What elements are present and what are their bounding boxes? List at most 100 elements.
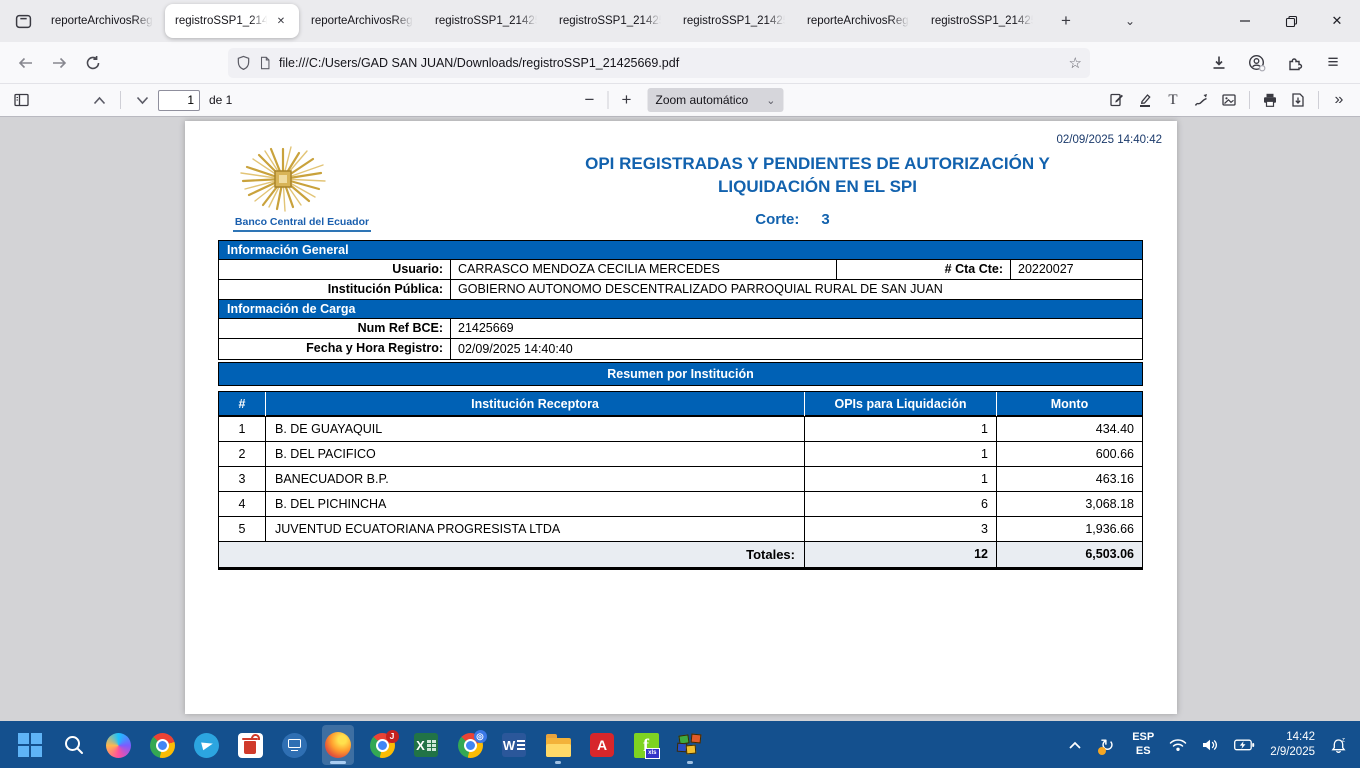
back-button[interactable] (8, 48, 42, 78)
print-button[interactable] (1257, 87, 1283, 113)
tab-label: reporteArchivosRegis (311, 15, 413, 27)
draw-tool-button[interactable] (1188, 87, 1214, 113)
menu-button[interactable]: ≡ (1316, 48, 1350, 78)
tab-list-button[interactable]: ⌄ (1116, 7, 1144, 35)
tab-label: registroSSP1_214256 (435, 15, 537, 27)
table-row: 4 B. DEL PICHINCHA 6 3,068.18 (218, 492, 1143, 517)
row-opis: 3 (804, 517, 996, 541)
report-title: OPI REGISTRADAS Y PENDIENTES DE AUTORIZA… (335, 152, 1300, 198)
table-row: 5 JUVENTUD ECUATORIANA PROGRESISTA LTDA … (218, 517, 1143, 542)
system-tray: ↻ ESP ES 14:42 2/9/2025 z (1068, 730, 1348, 760)
monitor-icon (282, 733, 307, 758)
col-num: # (219, 392, 265, 416)
cubes-app-button[interactable] (674, 725, 706, 765)
clock[interactable]: 14:42 2/9/2025 (1270, 730, 1315, 760)
firefox-button-active[interactable] (322, 725, 354, 765)
zoom-out-button[interactable]: − (577, 87, 603, 113)
volume-button[interactable] (1202, 738, 1219, 752)
extensions-button[interactable] (1278, 48, 1312, 78)
signature-tool-button[interactable] (1104, 87, 1130, 113)
windows-logo-icon (18, 733, 42, 757)
fecha-value: 02/09/2025 14:40:40 (451, 340, 1142, 359)
row-institucion: JUVENTUD ECUATORIANA PROGRESISTA LTDA (265, 517, 804, 541)
telegram-icon (194, 733, 219, 758)
toggle-sidebar-button[interactable] (8, 87, 34, 113)
zoom-in-button[interactable]: + (614, 87, 640, 113)
more-tools-button[interactable]: » (1326, 87, 1352, 113)
minimize-button[interactable] (1222, 0, 1268, 42)
f-xls-icon: fxls (634, 733, 659, 758)
report-timestamp: 02/09/2025 14:40:42 (1056, 134, 1162, 146)
info-carga-header: Información de Carga (219, 300, 1142, 319)
finance-app-button[interactable]: fxls (630, 725, 662, 765)
text-tool-button[interactable]: T (1160, 87, 1186, 113)
downloads-button[interactable] (1202, 48, 1236, 78)
reload-button[interactable] (76, 48, 110, 78)
forward-button[interactable] (42, 48, 76, 78)
firefox-view-button[interactable] (6, 4, 40, 38)
chrome-profile-j-button[interactable]: J (366, 725, 398, 765)
download-icon (1211, 55, 1227, 71)
close-window-button[interactable]: ✕ (1314, 0, 1360, 42)
recycle-app-button[interactable] (234, 725, 266, 765)
restore-button[interactable] (1268, 0, 1314, 42)
acrobat-icon: A (590, 733, 614, 757)
previous-page-button[interactable] (86, 87, 112, 113)
language-indicator[interactable]: ESP ES (1132, 731, 1154, 759)
new-tab-button[interactable]: + (1052, 7, 1080, 35)
numref-value: 21425669 (451, 319, 1142, 338)
telegram-button[interactable] (190, 725, 222, 765)
wifi-button[interactable] (1169, 738, 1187, 752)
corte-value: 3 (821, 211, 829, 228)
sync-tray-button[interactable]: ↻ (1097, 735, 1117, 755)
close-tab-icon[interactable]: ✕ (273, 13, 289, 29)
chrome-button[interactable] (146, 725, 178, 765)
tab-label: registroSSP1_214255 (931, 15, 1033, 27)
battery-button[interactable] (1234, 739, 1255, 751)
tab-6[interactable]: registroSSP1_214255 (673, 4, 795, 38)
acrobat-button[interactable]: A (586, 725, 618, 765)
tab-7[interactable]: reporteArchivosRegis (797, 4, 919, 38)
row-num: 5 (219, 522, 265, 536)
row-institucion: BANECUADOR B.P. (265, 467, 804, 491)
excel-button[interactable]: X (410, 725, 442, 765)
file-explorer-button[interactable] (542, 725, 574, 765)
tab-3[interactable]: reporteArchivosRegis (301, 4, 423, 38)
col-institucion: Institución Receptora (265, 392, 804, 416)
notifications-button[interactable]: z (1330, 737, 1348, 754)
start-button[interactable] (14, 725, 46, 765)
corte-label: Corte: (755, 211, 799, 228)
tab-2-active[interactable]: registroSSP1_21425 ✕ (165, 4, 299, 38)
wifi-icon (1169, 738, 1187, 752)
word-button[interactable]: W (498, 725, 530, 765)
row-opis: 1 (804, 467, 996, 491)
url-text[interactable]: file:///C:/Users/GAD SAN JUAN/Downloads/… (279, 56, 1062, 70)
numref-row: Num Ref BCE: 21425669 (219, 319, 1142, 339)
corte-line: Corte: 3 (310, 211, 1275, 228)
add-image-button[interactable] (1216, 87, 1242, 113)
totals-row: Totales: 12 6,503.06 (218, 542, 1143, 570)
next-page-button[interactable] (129, 87, 155, 113)
save-button[interactable] (1285, 87, 1311, 113)
tab-5[interactable]: registroSSP1_214255 (549, 4, 671, 38)
reload-icon (85, 55, 101, 71)
chrome-profile-2-button[interactable]: ◎ (454, 725, 486, 765)
tab-4[interactable]: registroSSP1_214256 (425, 4, 547, 38)
highlight-tool-button[interactable] (1132, 87, 1158, 113)
zoom-level-select[interactable]: Zoom automático ⌄ (648, 88, 784, 112)
tab-1[interactable]: reporteArchivosRegis (41, 4, 163, 38)
url-bar[interactable]: file:///C:/Users/GAD SAN JUAN/Downloads/… (228, 48, 1090, 78)
bookmark-star-icon[interactable]: ☆ (1069, 54, 1082, 72)
battery-charging-icon (1234, 739, 1255, 751)
tab-label: registroSSP1_21425 (175, 15, 267, 27)
row-monto: 463.16 (996, 467, 1142, 491)
page-number-input[interactable] (158, 90, 200, 111)
tab-8[interactable]: registroSSP1_214255 (921, 4, 1043, 38)
copilot-button[interactable] (102, 725, 134, 765)
remote-desktop-button[interactable] (278, 725, 310, 765)
window-controls: ✕ (1222, 0, 1360, 42)
info-general-header: Información General (219, 241, 1142, 260)
account-button[interactable] (1240, 48, 1274, 78)
tray-overflow-button[interactable] (1068, 741, 1082, 750)
search-button[interactable] (58, 725, 90, 765)
